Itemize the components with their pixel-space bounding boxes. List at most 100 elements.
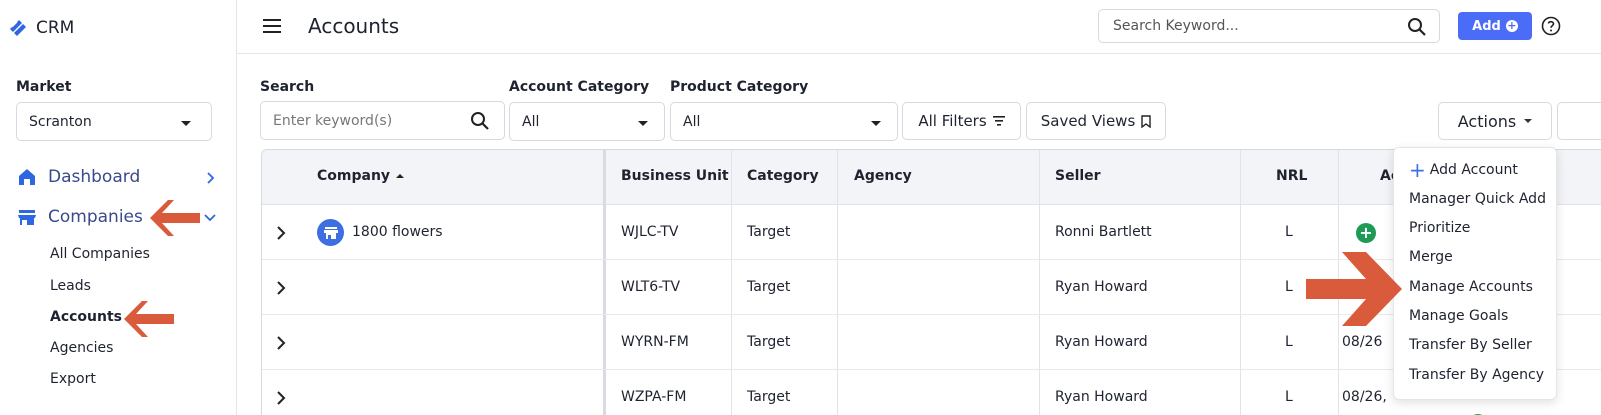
market-value: Scranton — [29, 113, 92, 130]
store-icon — [18, 210, 36, 225]
product-category-value: All — [683, 113, 701, 130]
keyword-search-input[interactable]: Search Keyword... — [1098, 9, 1440, 43]
menu-item-add-account[interactable]: + Add Account — [1409, 158, 1518, 182]
cell-business-unit: WZPA-FM — [621, 389, 687, 405]
account-category-value: All — [522, 113, 540, 130]
sidebar-subitem-accounts[interactable]: Accounts — [50, 309, 122, 325]
chevron-down-icon — [638, 121, 648, 126]
cell-ac: 08/26 — [1342, 334, 1383, 350]
column-header-seller[interactable]: Seller — [1055, 168, 1101, 184]
cell-nrl: L — [1285, 279, 1293, 295]
menu-item-transfer-by-agency[interactable]: Transfer By Agency — [1409, 367, 1544, 383]
actions-label: Actions — [1457, 111, 1517, 131]
add-button[interactable]: Add + — [1458, 12, 1532, 40]
saved-views-label: Saved Views — [1040, 112, 1136, 130]
saved-views-button[interactable]: Saved Views — [1026, 102, 1166, 140]
search-icon[interactable] — [470, 111, 490, 131]
company-store-icon — [317, 219, 344, 246]
column-header-agency[interactable]: Agency — [854, 168, 912, 184]
chevron-down-icon — [871, 121, 881, 126]
market-select[interactable]: Scranton — [16, 102, 212, 141]
menu-item-merge[interactable]: Merge — [1409, 249, 1453, 265]
cell-seller: Ryan Howard — [1055, 279, 1148, 295]
chevron-right-icon[interactable] — [276, 226, 286, 240]
bookmark-icon — [1141, 114, 1151, 128]
help-icon[interactable] — [1541, 16, 1561, 36]
plus-circle-icon: + — [1505, 19, 1518, 32]
account-category-select[interactable]: All — [509, 102, 665, 141]
home-icon — [19, 169, 35, 185]
sidebar-item-label: Companies — [48, 207, 143, 227]
keyword-search-placeholder: Search Keyword... — [1113, 18, 1239, 34]
cell-category: Target — [747, 224, 791, 240]
product-category-select[interactable]: All — [670, 102, 898, 141]
menu-item-transfer-by-seller[interactable]: Transfer By Seller — [1409, 337, 1532, 353]
cell-business-unit: WYRN-FM — [621, 334, 689, 350]
menu-item-manage-goals[interactable]: Manage Goals — [1409, 308, 1508, 324]
menu-item-label: Add Account — [1429, 162, 1518, 178]
sort-ascending-icon — [396, 174, 405, 178]
column-header-nrl[interactable]: NRL — [1276, 168, 1307, 184]
chevron-down-icon — [181, 121, 191, 126]
hamburger-menu-icon[interactable] — [263, 19, 281, 33]
cell-category: Target — [747, 389, 791, 405]
cell-company[interactable]: 1800 flowers — [352, 224, 443, 240]
chevron-right-icon[interactable] — [276, 336, 286, 350]
sidebar-subitem-leads[interactable]: Leads — [50, 278, 91, 294]
market-label: Market — [16, 79, 72, 95]
sidebar: CRM Market Scranton Dashboard Companies — [0, 0, 237, 415]
sidebar-subitem-export[interactable]: Export — [50, 371, 96, 387]
account-category-label: Account Category — [509, 79, 650, 95]
sidebar-subitem-agencies[interactable]: Agencies — [50, 340, 113, 356]
cell-seller: Ryan Howard — [1055, 389, 1148, 405]
chevron-right-icon[interactable] — [276, 281, 286, 295]
annotation-arrow-right-icon — [1306, 252, 1402, 326]
logo-icon — [10, 20, 26, 36]
plus-icon: + — [1409, 158, 1426, 182]
column-header-company[interactable]: Company — [317, 168, 405, 184]
menu-item-prioritize[interactable]: Prioritize — [1409, 220, 1470, 236]
actions-button[interactable]: Actions — [1438, 102, 1552, 140]
all-filters-label: All Filters — [918, 112, 987, 130]
search-filter-label: Search — [260, 79, 315, 95]
cell-category: Target — [747, 334, 791, 350]
cell-nrl: L — [1285, 334, 1293, 350]
all-filters-button[interactable]: All Filters — [902, 102, 1021, 140]
chevron-right-icon[interactable] — [276, 391, 286, 405]
cell-seller: Ronni Bartlett — [1055, 224, 1152, 240]
app-root: CRM Market Scranton Dashboard Companies — [0, 0, 1601, 415]
add-button-label: Add — [1472, 18, 1501, 34]
cell-category: Target — [747, 279, 791, 295]
add-activity-icon[interactable]: + — [1356, 223, 1376, 243]
cell-ac: 08/26, — [1342, 389, 1387, 405]
column-header-business-unit[interactable]: Business Unit — [621, 168, 729, 184]
cell-nrl: L — [1285, 389, 1293, 405]
sidebar-item-label: Dashboard — [48, 167, 141, 187]
sidebar-subitem-all-companies[interactable]: All Companies — [50, 246, 150, 262]
extra-toolbar-button[interactable] — [1557, 102, 1601, 140]
sidebar-item-companies[interactable]: Companies — [16, 206, 143, 228]
cell-seller: Ryan Howard — [1055, 334, 1148, 350]
sidebar-item-dashboard[interactable]: Dashboard — [16, 166, 140, 188]
annotation-arrow-left-icon — [150, 200, 200, 236]
store-icon — [323, 226, 338, 239]
chevron-right-icon[interactable] — [204, 172, 216, 184]
menu-item-manager-quick-add[interactable]: Manager Quick Add — [1409, 191, 1546, 207]
annotation-arrow-left-icon — [124, 301, 174, 337]
column-header-label: Company — [317, 168, 391, 184]
cell-business-unit: WLT6-TV — [621, 279, 681, 295]
app-name: CRM — [36, 18, 75, 38]
page-title: Accounts — [308, 14, 400, 38]
column-header-category[interactable]: Category — [747, 168, 819, 184]
filter-search-input[interactable]: Enter keyword(s) — [260, 101, 505, 140]
app-logo[interactable]: CRM — [8, 17, 74, 39]
cell-nrl: L — [1285, 224, 1293, 240]
caret-down-icon — [1524, 119, 1533, 123]
filter-search-placeholder: Enter keyword(s) — [273, 112, 393, 129]
product-category-label: Product Category — [670, 79, 809, 95]
cell-business-unit: WJLC-TV — [621, 224, 679, 240]
menu-item-manage-accounts[interactable]: Manage Accounts — [1409, 279, 1533, 295]
chevron-down-icon[interactable] — [204, 211, 216, 223]
search-icon[interactable] — [1407, 17, 1427, 37]
filter-lines-icon — [992, 116, 1005, 126]
